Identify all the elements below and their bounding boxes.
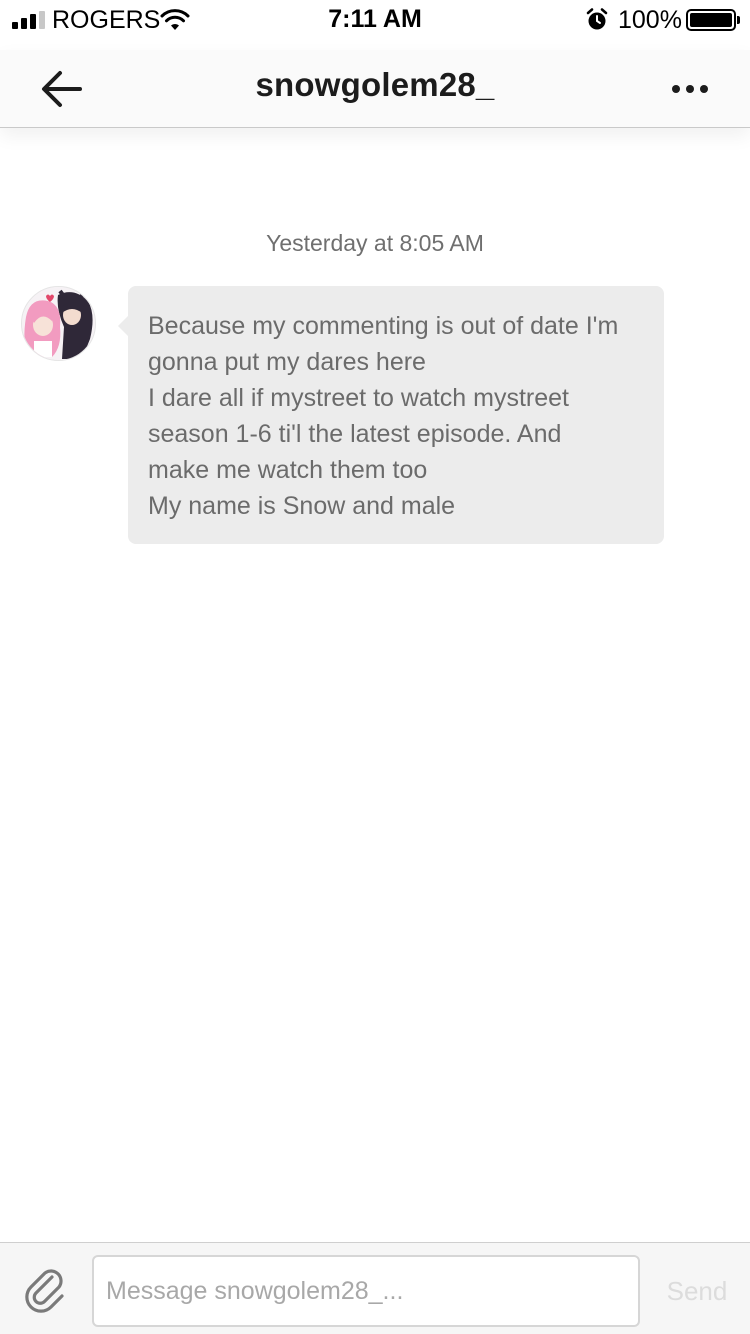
message-text-line: My name is Snow and male [148,492,456,520]
battery-icon [686,9,740,31]
battery-percent: 100% [618,6,682,34]
message-text-line: I dare all if mystreet to watch mystreet [148,384,569,412]
more-options-button[interactable] [660,64,720,114]
message-text-line: gonna put my dares here [148,348,426,376]
message-timestamp: Yesterday at 8:05 AM [266,230,484,256]
status-bar: ROGERS 7:11 AM 100% [0,0,750,40]
message-input[interactable] [92,1255,640,1327]
avatar-image [22,287,95,360]
message-bubble[interactable]: Because my commenting is out of date I'm… [118,286,664,544]
sender-avatar[interactable] [21,286,96,361]
message-text-line: make me watch them too [148,456,428,484]
send-button[interactable]: Send [660,1271,734,1311]
chat-title: snowgolem28_ [255,66,495,103]
message-text-line: Because my commenting is out of date I'm [148,312,619,340]
paperclip-icon [25,1269,64,1313]
message-text-line: season 1-6 ti'l the latest episode. And [148,420,562,448]
message-composer: Send [0,1242,750,1334]
attach-button[interactable] [22,1265,70,1313]
more-dots-icon [672,85,680,93]
alarm-icon [586,8,608,30]
nav-bar: snowgolem28_ [0,50,750,128]
